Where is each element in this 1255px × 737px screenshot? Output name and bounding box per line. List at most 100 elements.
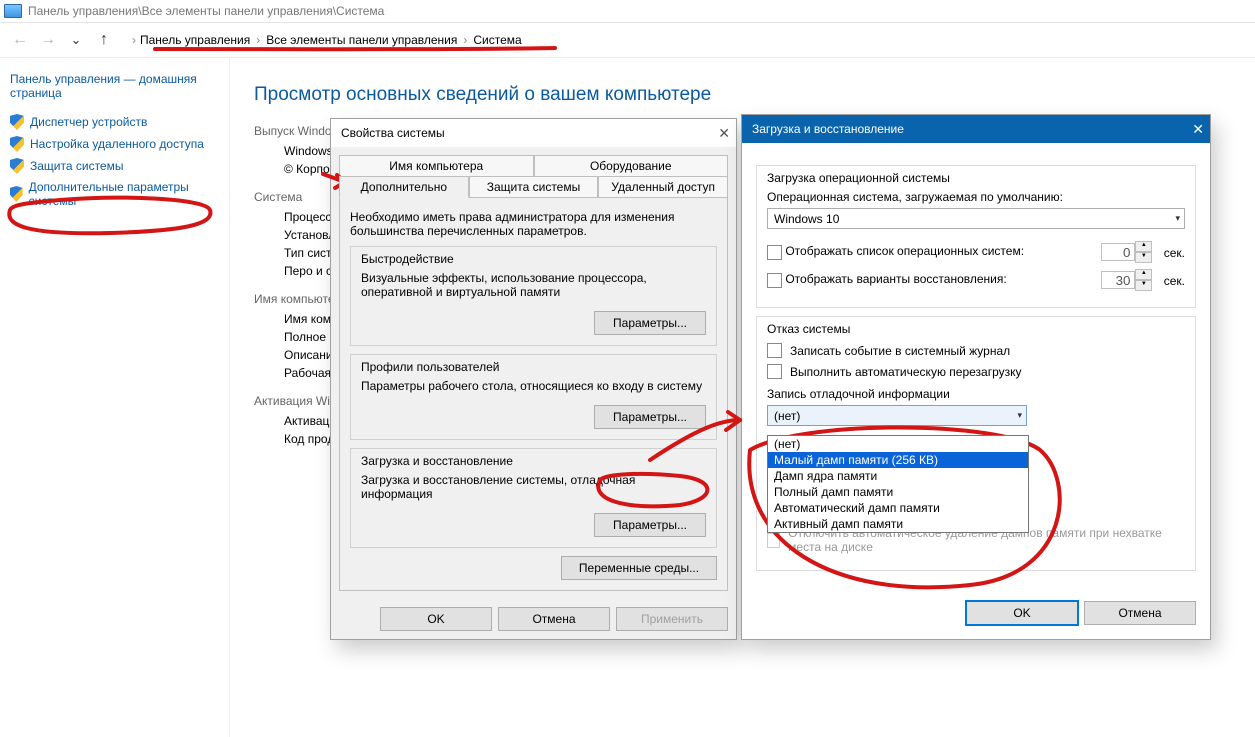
auto-restart-checkbox[interactable] <box>767 364 782 379</box>
admin-hint: Необходимо иметь права администратора дл… <box>350 210 717 238</box>
group-legend: Загрузка операционной системы <box>767 171 1185 185</box>
monitor-icon <box>4 4 22 18</box>
system-properties-dialog: Свойства системы ✕ Имя компьютера Оборуд… <box>330 118 737 640</box>
cancel-button[interactable]: Отмена <box>1084 601 1196 625</box>
debug-info-dropdown[interactable]: (нет) Малый дамп памяти (256 КВ) Дамп яд… <box>767 435 1029 533</box>
sidebar-item-label: Защита системы <box>30 159 123 173</box>
shield-icon <box>10 158 24 174</box>
shield-icon <box>10 136 24 152</box>
close-icon[interactable]: ✕ <box>718 125 730 142</box>
tab-remote[interactable]: Удаленный доступ <box>598 176 728 198</box>
ok-button[interactable]: OK <box>966 601 1078 625</box>
show-recovery-options-checkbox[interactable] <box>767 273 782 288</box>
window-titlebar: Панель управления\Все элементы панели уп… <box>0 0 1255 23</box>
system-failure-group: Отказ системы Записать событие в системн… <box>756 316 1196 571</box>
disable-auto-delete-checkbox <box>767 533 780 548</box>
default-os-label: Операционная система, загружаемая по умо… <box>767 190 1185 204</box>
debug-info-select[interactable]: (нет) ▾ <box>767 405 1027 426</box>
chevron-right-icon[interactable]: › <box>132 33 136 47</box>
show-os-list-checkbox[interactable] <box>767 245 782 260</box>
apply-button: Применить <box>616 607 728 631</box>
startup-recovery-settings-button[interactable]: Параметры... <box>594 513 706 537</box>
nav-forward: → <box>34 31 62 49</box>
sidebar-item-device-manager[interactable]: Диспетчер устройств <box>10 114 219 130</box>
navbar: ← → ⌄ ↑ › Панель управления › Все элемен… <box>0 22 1255 58</box>
spin-up[interactable]: ▲ <box>1135 241 1152 252</box>
user-profiles-settings-button[interactable]: Параметры... <box>594 405 706 429</box>
checkbox-label: Записать событие в системный журнал <box>790 344 1010 358</box>
dropdown-option[interactable]: (нет) <box>768 436 1028 452</box>
performance-group: Быстродействие Визуальные эффекты, испол… <box>350 246 717 346</box>
default-os-select[interactable]: Windows 10 ▾ <box>767 208 1185 229</box>
startup-recovery-dialog: Загрузка и восстановление ✕ Загрузка опе… <box>741 114 1211 640</box>
sidebar-item-remote-settings[interactable]: Настройка удаленного доступа <box>10 136 219 152</box>
nav-up[interactable]: ↑ <box>90 31 118 49</box>
recovery-seconds-spinner[interactable]: ▲▼ <box>1101 269 1152 291</box>
chevron-right-icon: › <box>256 33 260 47</box>
dialog-title: Свойства системы <box>341 126 445 140</box>
dropdown-option[interactable]: Активный дамп памяти <box>768 516 1028 532</box>
sidebar-item-label: Диспетчер устройств <box>30 115 147 129</box>
dropdown-option[interactable]: Полный дамп памяти <box>768 484 1028 500</box>
nav-recent[interactable]: ⌄ <box>62 32 90 48</box>
seconds-label: сек. <box>1164 274 1185 288</box>
checkbox-label: Выполнить автоматическую перезагрузку <box>790 365 1022 379</box>
control-panel-home-link[interactable]: Панель управления — домашняя страница <box>10 72 219 100</box>
tab-row-bottom: Дополнительно Защита системы Удаленный д… <box>339 176 728 197</box>
group-legend: Загрузка и восстановление <box>361 454 706 468</box>
window-title: Панель управления\Все элементы панели уп… <box>28 4 384 18</box>
checkbox-label: Отображать варианты восстановления: <box>785 272 1006 286</box>
environment-variables-button[interactable]: Переменные среды... <box>561 556 717 580</box>
select-value: Windows 10 <box>774 212 839 226</box>
shield-icon <box>10 186 23 202</box>
tab-advanced[interactable]: Дополнительно <box>339 176 469 198</box>
sidebar-item-system-protection[interactable]: Защита системы <box>10 158 219 174</box>
performance-settings-button[interactable]: Параметры... <box>594 311 706 335</box>
spin-up[interactable]: ▲ <box>1135 269 1152 280</box>
breadcrumb: Панель управления › Все элементы панели … <box>140 33 522 47</box>
tab-row-top: Имя компьютера Оборудование <box>339 155 728 176</box>
group-legend: Профили пользователей <box>361 360 706 374</box>
dropdown-option-selected[interactable]: Малый дамп памяти (256 КВ) <box>768 452 1028 468</box>
sidebar-item-label: Настройка удаленного доступа <box>30 137 204 151</box>
group-legend: Быстродействие <box>361 252 706 266</box>
system-startup-group: Загрузка операционной системы Операционн… <box>756 165 1196 308</box>
group-text: Визуальные эффекты, использование процес… <box>361 271 706 299</box>
spinner-input[interactable] <box>1101 243 1135 261</box>
tab-computer-name[interactable]: Имя компьютера <box>339 155 534 177</box>
tab-system-protection[interactable]: Защита системы <box>469 176 599 198</box>
select-value: (нет) <box>774 409 800 423</box>
user-profiles-group: Профили пользователей Параметры рабочего… <box>350 354 717 440</box>
dropdown-option[interactable]: Автоматический дамп памяти <box>768 500 1028 516</box>
seconds-label: сек. <box>1164 246 1185 260</box>
page-title: Просмотр основных сведений о вашем компь… <box>254 84 1231 106</box>
tab-hardware[interactable]: Оборудование <box>534 155 729 177</box>
breadcrumb-segment[interactable]: Все элементы панели управления <box>266 33 457 47</box>
breadcrumb-segment[interactable]: Панель управления <box>140 33 250 47</box>
dropdown-option[interactable]: Дамп ядра памяти <box>768 468 1028 484</box>
ok-button[interactable]: OK <box>380 607 492 631</box>
spin-down[interactable]: ▼ <box>1135 252 1152 263</box>
cancel-button[interactable]: Отмена <box>498 607 610 631</box>
chevron-right-icon: › <box>463 33 467 47</box>
spinner-input[interactable] <box>1101 271 1135 289</box>
os-list-seconds-spinner[interactable]: ▲▼ <box>1101 241 1152 263</box>
close-icon[interactable]: ✕ <box>1192 121 1204 138</box>
write-event-checkbox[interactable] <box>767 343 782 358</box>
dialog-titlebar[interactable]: Свойства системы ✕ <box>331 119 736 147</box>
breadcrumb-segment[interactable]: Система <box>473 33 521 47</box>
group-legend: Отказ системы <box>767 322 1185 336</box>
chevron-down-icon: ▾ <box>1017 410 1022 421</box>
group-text: Загрузка и восстановление системы, отлад… <box>361 473 706 501</box>
checkbox-label: Отображать список операционных систем: <box>785 244 1024 258</box>
dialog-titlebar[interactable]: Загрузка и восстановление ✕ <box>742 115 1210 143</box>
shield-icon <box>10 114 24 130</box>
debug-info-label: Запись отладочной информации <box>767 387 1185 401</box>
spin-down[interactable]: ▼ <box>1135 280 1152 291</box>
nav-back[interactable]: ← <box>6 31 34 49</box>
sidebar-item-advanced-system-settings[interactable]: Дополнительные параметры системы <box>10 180 219 208</box>
group-text: Параметры рабочего стола, относящиеся ко… <box>361 379 706 393</box>
startup-recovery-group: Загрузка и восстановление Загрузка и вос… <box>350 448 717 548</box>
sidebar: Панель управления — домашняя страница Ди… <box>0 58 230 737</box>
dialog-title: Загрузка и восстановление <box>752 122 904 136</box>
